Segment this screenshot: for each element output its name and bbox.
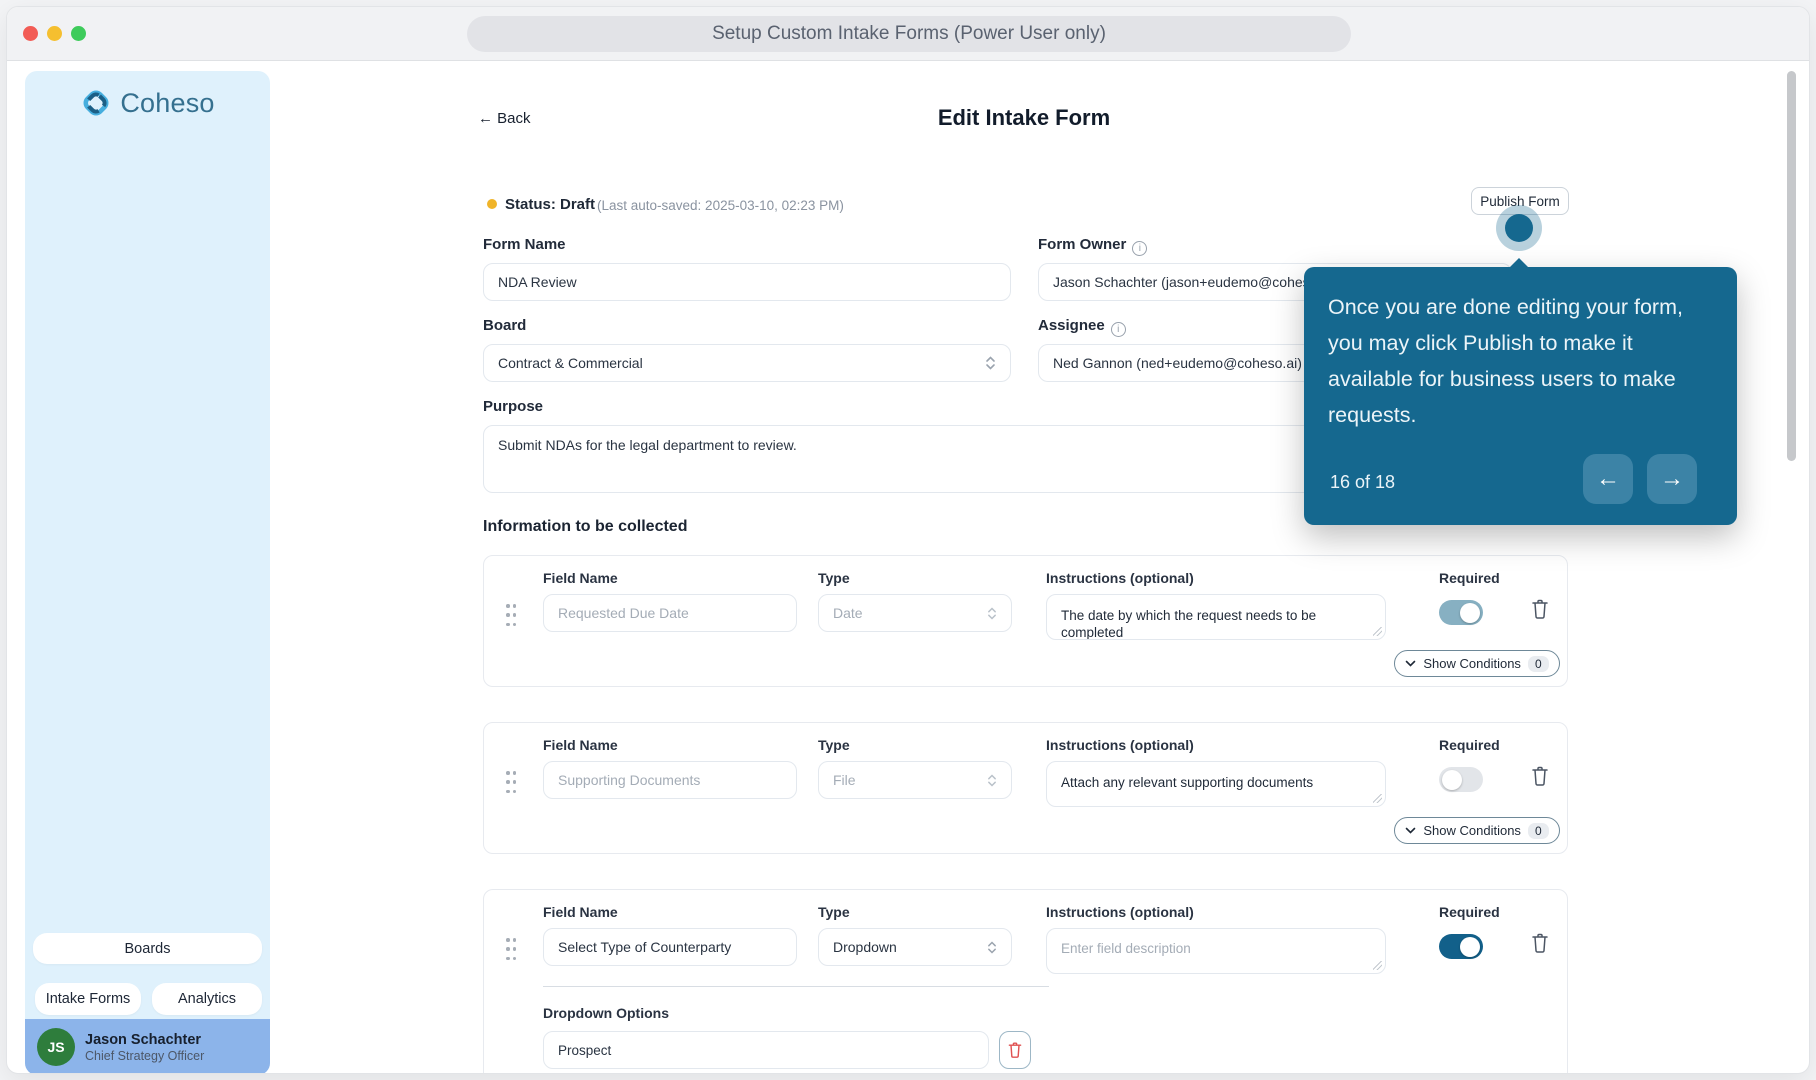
form-owner-label: Form Owner i [1038,236,1148,256]
board-select[interactable]: Contract & Commercial [483,344,1011,382]
page-title: Edit Intake Form [937,105,1111,130]
app-window: Setup Custom Intake Forms (Power User on… [6,6,1810,1074]
resize-handle-icon[interactable] [1373,794,1382,803]
instructions-column-label: Instructions (optional) [1046,904,1194,920]
chevron-updown-icon [985,355,996,371]
coheso-logo: Coheso [25,87,270,119]
back-button[interactable]: ← Back [478,110,531,127]
close-window-button[interactable] [23,26,38,41]
field-card-counterparty-type: Field Name Type Instructions (optional) … [483,889,1568,1073]
required-column-label: Required [1439,904,1500,920]
user-info: Jason Schachter Chief Strategy Officer [85,1031,204,1064]
field-name-input[interactable]: Supporting Documents [543,761,797,799]
sidebar-item-intake-forms[interactable]: Intake Forms [35,983,141,1015]
required-column-label: Required [1439,570,1500,586]
window-title: Setup Custom Intake Forms (Power User on… [467,16,1351,52]
delete-field-icon[interactable] [1530,932,1552,958]
field-name-column-label: Field Name [543,570,618,586]
coheso-logo-icon [80,87,112,119]
field-instructions-textarea[interactable]: Attach any relevant supporting documents [1046,761,1386,807]
required-toggle[interactable] [1439,767,1483,792]
field-type-select[interactable]: File [818,761,1012,799]
required-toggle[interactable] [1439,934,1483,959]
autosave-timestamp: (Last auto-saved: 2025-03-10, 02:23 PM) [597,198,844,213]
chevron-updown-icon [987,773,997,788]
user-name: Jason Schachter [85,1031,202,1048]
show-conditions-button[interactable]: Show Conditions 0 [1394,650,1560,677]
drag-handle-icon[interactable] [506,771,518,793]
required-column-label: Required [1439,737,1500,753]
board-label: Board [483,317,527,334]
form-name-input[interactable]: NDA Review [483,263,1011,301]
required-toggle[interactable] [1439,600,1483,625]
status-label: Status: Draft [505,196,596,213]
sidebar: Coheso Boards Intake Forms Analytics JS … [25,71,270,1073]
field-instructions-textarea[interactable]: The date by which the request needs to b… [1046,594,1386,640]
chevron-down-icon [1406,660,1416,667]
chevron-updown-icon [987,940,997,955]
tooltip-text: Once you are done editing your form, you… [1328,295,1683,427]
type-column-label: Type [818,570,850,586]
purpose-label: Purpose [483,398,544,415]
tour-tooltip: Once you are done editing your form, you… [1304,258,1737,525]
assignee-label: Assignee i [1038,317,1126,337]
coheso-logo-text: Coheso [120,87,215,118]
dropdown-options-label: Dropdown Options [543,1005,669,1021]
chevron-down-icon [1406,827,1416,834]
chevron-updown-icon [987,606,997,621]
field-card-requested-due-date: Field Name Type Instructions (optional) … [483,555,1568,687]
tour-next-button[interactable]: → [1647,454,1697,504]
tooltip-step-counter: 16 of 18 [1330,472,1396,492]
delete-option-button[interactable] [999,1031,1031,1069]
info-icon[interactable]: i [1110,322,1126,337]
drag-handle-icon[interactable] [506,604,518,626]
user-role: Chief Strategy Officer [85,1048,205,1063]
type-column-label: Type [818,904,850,920]
delete-field-icon[interactable] [1530,598,1552,624]
delete-field-icon[interactable] [1530,765,1552,791]
dropdown-option-input[interactable]: Prospect [543,1031,989,1069]
resize-handle-icon[interactable] [1373,961,1382,970]
form-name-label: Form Name [483,236,566,253]
field-name-input[interactable]: Requested Due Date [543,594,797,632]
tour-beacon-icon[interactable] [1505,214,1533,242]
show-conditions-button[interactable]: Show Conditions 0 [1394,817,1560,844]
minimize-window-button[interactable] [47,26,62,41]
user-profile[interactable]: JS Jason Schachter Chief Strategy Office… [25,1019,270,1073]
instructions-column-label: Instructions (optional) [1046,570,1194,586]
sidebar-item-boards[interactable]: Boards [33,933,262,964]
tooltip-arrow-icon [1509,258,1529,268]
resize-handle-icon[interactable] [1373,627,1382,636]
drag-handle-icon[interactable] [506,938,518,960]
instructions-column-label: Instructions (optional) [1046,737,1194,753]
field-name-input[interactable]: Select Type of Counterparty [543,928,797,966]
type-column-label: Type [818,737,850,753]
information-section-heading: Information to be collected [483,518,688,535]
field-type-select[interactable]: Dropdown [818,928,1012,966]
conditions-count-badge: 0 [1527,822,1549,839]
zoom-window-button[interactable] [71,26,86,41]
window-titlebar: Setup Custom Intake Forms (Power User on… [7,7,1809,61]
field-name-column-label: Field Name [543,737,618,753]
screen: Setup Custom Intake Forms (Power User on… [0,0,1816,1080]
arrow-left-icon: ← [1596,465,1620,492]
arrow-right-icon: → [1660,465,1684,492]
sidebar-item-analytics[interactable]: Analytics [152,983,262,1015]
trash-icon [1008,1042,1022,1058]
field-name-column-label: Field Name [543,904,618,920]
vertical-scrollbar[interactable] [1787,71,1796,461]
avatar: JS [37,1028,75,1066]
status-draft-dot-icon [487,199,497,209]
conditions-count-badge: 0 [1527,655,1549,672]
info-icon[interactable]: i [1132,241,1148,256]
field-instructions-textarea[interactable]: Enter field description [1046,928,1386,974]
divider [543,986,1049,987]
field-card-supporting-documents: Field Name Type Instructions (optional) … [483,722,1568,854]
tour-previous-button[interactable]: ← [1583,454,1633,504]
field-type-select[interactable]: Date [818,594,1012,632]
